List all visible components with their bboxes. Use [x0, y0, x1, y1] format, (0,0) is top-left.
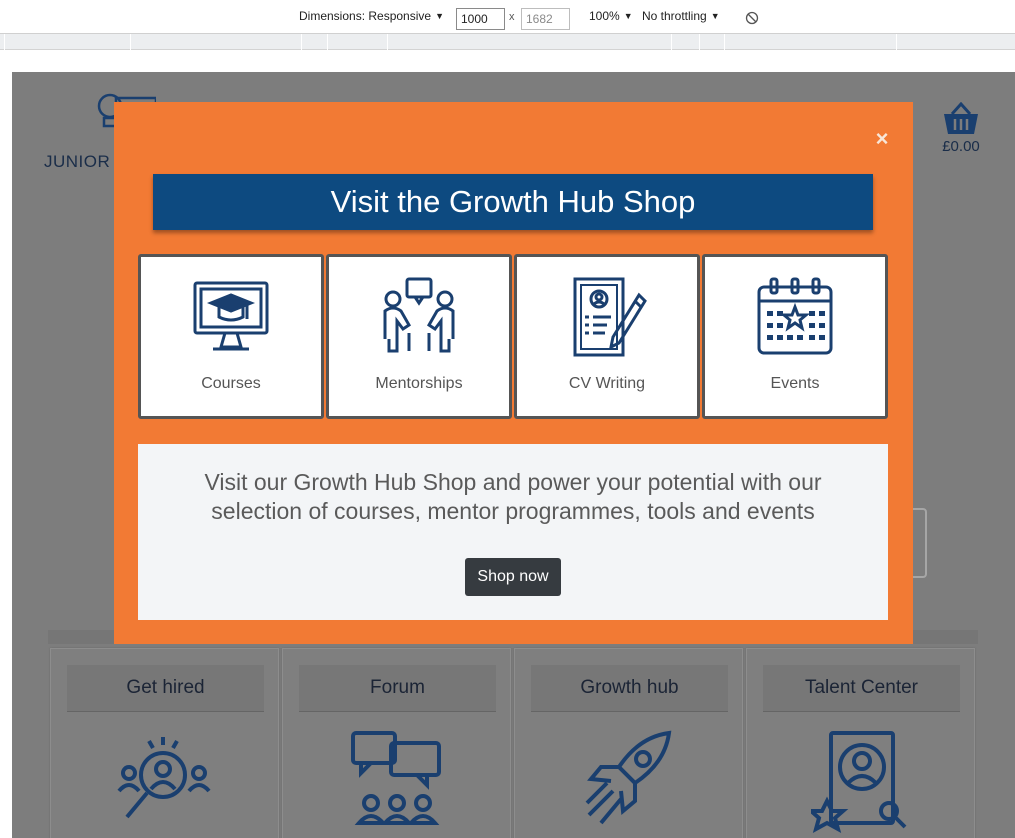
category-label: Events	[770, 375, 820, 392]
card-title: Growth hub	[531, 665, 728, 712]
card-forum[interactable]: Forum	[282, 648, 511, 838]
zoom-label: 100%	[589, 9, 620, 23]
card-get-hired[interactable]: Get hired	[50, 648, 279, 838]
chevron-down-icon: ▼	[623, 11, 633, 21]
brand-name: JUNIOR	[44, 152, 111, 171]
category-events[interactable]: Events	[702, 254, 888, 419]
times-separator: x	[509, 11, 515, 23]
cart-price: £0.00	[942, 138, 980, 155]
card-title: Get hired	[67, 665, 264, 712]
close-button[interactable]: ×	[871, 128, 893, 150]
card-growth-hub[interactable]: Growth hub	[514, 648, 743, 838]
dimensions-label: Dimensions: Responsive	[299, 9, 432, 23]
devtools-toolbar: Dimensions: Responsive ▼ 1000 x 1682 100…	[0, 0, 1015, 34]
category-mentorships[interactable]: Mentorships	[326, 254, 512, 419]
chevron-down-icon: ▼	[710, 11, 720, 21]
calendar-events-icon	[757, 277, 833, 355]
shop-info-panel: Visit our Growth Hub Shop and power your…	[138, 444, 888, 620]
throttling-label: No throttling	[642, 9, 707, 23]
category-cv-writing[interactable]: CV Writing	[514, 254, 700, 419]
rotate-icon	[745, 11, 759, 25]
modal-heading: Visit the Growth Hub Shop	[153, 174, 873, 230]
shop-categories: Courses Mentorships CV Writing Events	[138, 254, 888, 419]
shop-description: Visit our Growth Hub Shop and power your…	[204, 469, 822, 524]
rocket-icon	[585, 730, 672, 825]
card-title: Talent Center	[763, 665, 960, 712]
shop-now-button[interactable]: Shop now	[465, 558, 561, 596]
category-label: Mentorships	[375, 375, 463, 392]
category-label: CV Writing	[568, 375, 646, 392]
mentorship-icon	[383, 277, 455, 353]
basket-icon	[944, 102, 978, 134]
media-query-ruler	[0, 34, 1015, 50]
rotate-button[interactable]	[745, 11, 759, 25]
height-input[interactable]: 1682	[521, 8, 570, 30]
cart-button[interactable]: £0.00	[940, 102, 982, 162]
award-profile-icon	[811, 731, 907, 834]
chevron-down-icon: ▼	[435, 11, 444, 21]
candidate-search-icon	[117, 737, 211, 819]
card-talent-center[interactable]: Talent Center	[746, 648, 975, 838]
chat-group-icon	[351, 731, 441, 825]
feature-cards: Get hired Forum Growth hub Talent Center	[50, 648, 975, 838]
throttling-dropdown[interactable]: No throttling ▼	[642, 9, 720, 23]
zoom-dropdown[interactable]: 100% ▼	[589, 9, 633, 23]
category-courses[interactable]: Courses	[138, 254, 324, 419]
graduation-monitor-icon	[193, 281, 269, 351]
category-label: Courses	[201, 375, 261, 392]
cv-writing-icon	[573, 277, 647, 357]
card-title: Forum	[299, 665, 496, 712]
width-input[interactable]: 1000	[456, 8, 505, 30]
dimensions-dropdown[interactable]: Dimensions: Responsive ▼	[299, 9, 444, 23]
